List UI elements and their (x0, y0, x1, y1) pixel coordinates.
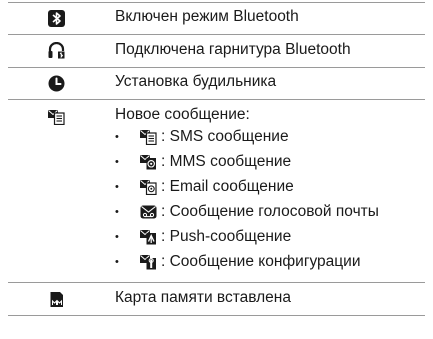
email-label: : Email сообщение (161, 178, 294, 195)
bluetooth-headset-icon (48, 42, 64, 59)
new-message-label: Новое сообщение: (115, 106, 250, 123)
sms-label: : SMS сообщение (161, 128, 289, 145)
bluetooth-on-label: Включен режим Bluetooth (115, 8, 299, 25)
new-message-icon (47, 110, 65, 125)
voicemail-message-icon (140, 205, 157, 219)
mms-label: : MMS сообщение (161, 153, 292, 170)
legend-row-memory-card: Карта памяти вставлена (8, 282, 425, 316)
bullet: • (115, 206, 119, 218)
bluetooth-headset-label: Подключена гарнитура Bluetooth (115, 41, 351, 58)
mms-message-icon (140, 155, 156, 170)
alarm-clock-icon (48, 75, 64, 92)
legend-row-headset: Подключена гарнитура Bluetooth (8, 34, 425, 67)
push-message-icon (140, 230, 156, 245)
voicemail-label: : Сообщение голосовой почты (161, 203, 379, 220)
bullet: • (115, 231, 119, 243)
bullet: • (115, 156, 119, 168)
push-label: : Push-сообщение (161, 228, 292, 245)
memory-card-icon (50, 292, 63, 307)
config-label: : Сообщение конфигурации (161, 253, 361, 270)
alarm-label: Установка будильника (115, 73, 277, 90)
legend-row-alarm: Установка будильника (8, 67, 425, 99)
config-message-icon (140, 255, 156, 270)
email-message-icon (140, 180, 157, 195)
icon-legend-table: Включен режим Bluetooth Подключена гарни… (8, 2, 425, 316)
sms-message-icon (140, 130, 157, 145)
bullet: • (115, 256, 119, 268)
legend-row-new-message: Новое сообщение: • : SMS сообщение •: M… (8, 99, 425, 282)
legend-row-bluetooth: Включен режим Bluetooth (8, 2, 425, 34)
bluetooth-on-icon (47, 10, 65, 27)
bullet: • (115, 181, 119, 193)
memory-card-label: Карта памяти вставлена (115, 289, 291, 306)
bullet: • (115, 131, 119, 143)
